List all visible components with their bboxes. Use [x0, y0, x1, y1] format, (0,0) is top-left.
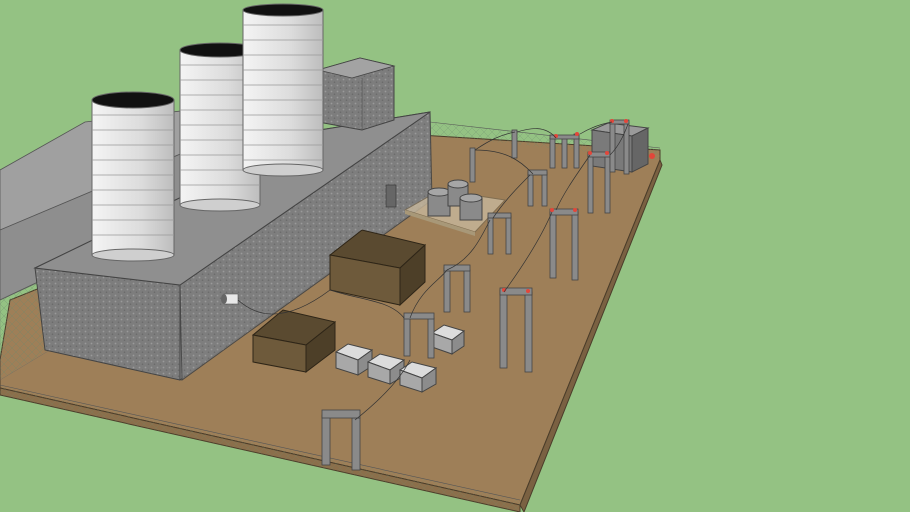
- cooling-stack-1[interactable]: [91, 91, 175, 262]
- tank-1[interactable]: [427, 187, 451, 217]
- 3d-viewport[interactable]: [0, 0, 910, 512]
- control-house[interactable]: [590, 122, 650, 173]
- gantry-9[interactable]: [469, 147, 476, 183]
- cooling-stack-3[interactable]: [242, 3, 324, 177]
- tank-3[interactable]: [459, 193, 483, 221]
- tower-block[interactable]: [316, 57, 396, 131]
- wall-pipe: [221, 293, 239, 305]
- door[interactable]: [385, 184, 397, 208]
- power-plant-model: [0, 3, 663, 512]
